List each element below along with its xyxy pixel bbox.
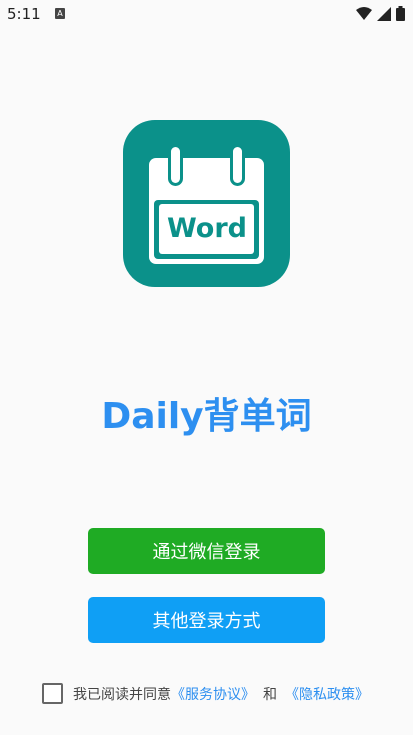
privacy-policy-link[interactable]: 《隐私政策》	[285, 684, 369, 704]
app-title: Daily背单词	[101, 396, 312, 437]
agreement-prefix: 我已阅读并同意	[73, 686, 171, 703]
wechat-login-button[interactable]: 通过微信登录	[88, 528, 325, 574]
status-right-icons	[356, 6, 405, 21]
logo-word-text: Word	[167, 213, 247, 244]
notification-a-icon: A	[55, 8, 65, 19]
agreement-checkbox[interactable]	[42, 683, 63, 704]
service-agreement-link[interactable]: 《服务协议》	[171, 684, 255, 704]
agreement-row: 我已阅读并同意 《服务协议》 和 《隐私政策》	[42, 683, 369, 704]
status-time: 5:11	[7, 5, 41, 23]
app-logo: Word	[123, 120, 290, 287]
battery-icon	[396, 6, 405, 21]
agreement-and: 和	[263, 686, 277, 703]
calendar-word-icon: Word	[123, 120, 290, 287]
other-login-button[interactable]: 其他登录方式	[88, 597, 325, 643]
wifi-icon	[356, 6, 372, 20]
cellular-signal-icon	[377, 6, 391, 21]
status-bar: 5:11 A	[0, 0, 413, 28]
